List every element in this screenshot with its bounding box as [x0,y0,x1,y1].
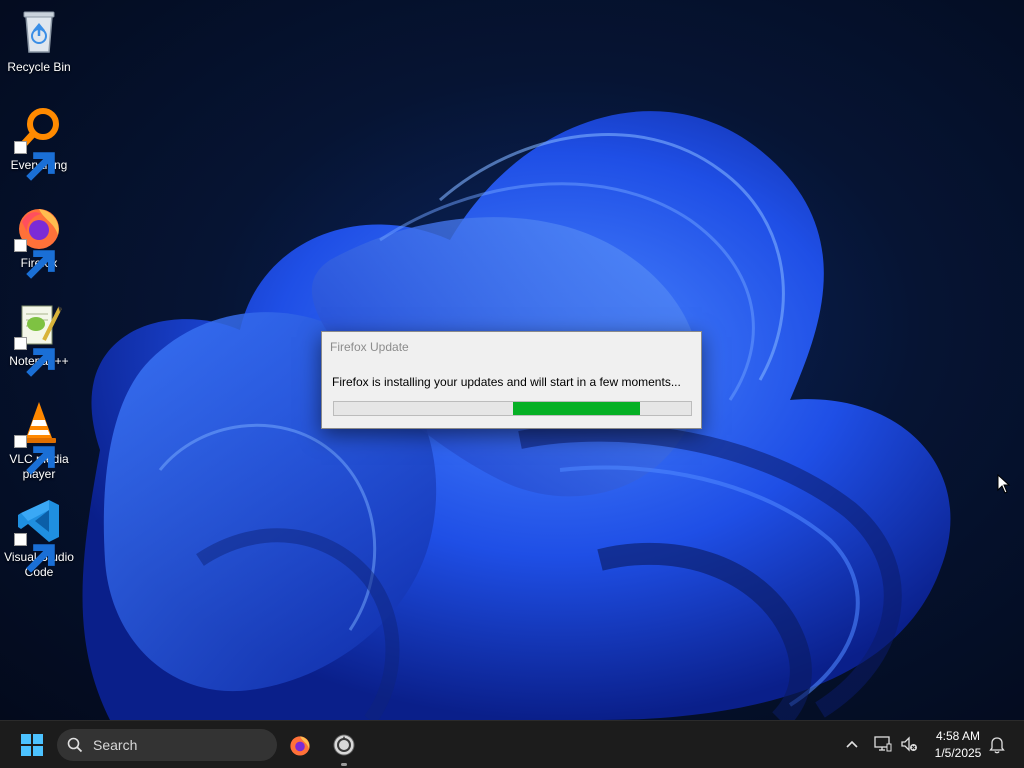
shortcut-arrow-icon [14,337,55,377]
desktop-icon-label: Recycle Bin [7,60,71,74]
updater-icon [333,734,355,756]
search-placeholder: Search [93,737,138,753]
taskbar-app-updater[interactable] [326,727,362,763]
taskbar-search-box[interactable]: Search [57,729,277,761]
firefox-icon [14,202,64,279]
progress-bar-fill [513,402,640,415]
desktop-icon-vlc[interactable]: VLC media player [2,392,76,482]
desktop-icon-firefox[interactable]: Firefox [2,196,76,279]
search-icon [67,737,83,753]
recycle-bin-icon [14,6,64,56]
taskbar: Search 4:58 AM 1/5/2025 [0,720,1024,768]
desktop-icon-vscode[interactable]: Visual Studio Code [2,490,76,580]
start-button[interactable] [14,731,50,759]
firefox-icon [290,736,310,756]
taskbar-app-firefox[interactable] [282,727,318,763]
chevron-up-icon[interactable] [845,738,859,750]
shortcut-arrow-icon [14,533,55,573]
clock-time[interactable]: 4:58 AM [918,729,998,743]
shortcut-arrow-icon [14,435,55,475]
speaker-muted-icon[interactable] [900,735,918,753]
mouse-cursor-icon [997,474,1011,494]
vscode-icon [14,496,64,573]
everything-search-icon [14,104,64,181]
running-app-indicator [341,763,347,766]
windows-logo-icon [21,734,43,756]
clock-date[interactable]: 1/5/2025 [918,746,998,760]
desktop-icon-recycle-bin[interactable]: Recycle Bin [2,0,76,75]
vlc-cone-icon [14,398,64,475]
network-icon[interactable] [874,735,892,753]
notepad-plus-plus-icon [14,300,64,377]
shortcut-arrow-icon [14,141,55,181]
shortcut-arrow-icon [14,239,55,279]
desktop-icon-notepad-plus-plus[interactable]: Notepad++ [2,294,76,377]
progress-bar [333,401,692,416]
notification-bell-icon[interactable] [989,736,1005,754]
desktop: Recycle Bin Everything Firefox Notepad++… [0,0,1024,720]
dialog-message: Firefox is installing your updates and w… [332,375,681,389]
dialog-title: Firefox Update [330,340,409,354]
desktop-icon-everything[interactable]: Everything [2,98,76,181]
firefox-update-dialog[interactable]: Firefox Update Firefox is installing you… [321,331,702,429]
